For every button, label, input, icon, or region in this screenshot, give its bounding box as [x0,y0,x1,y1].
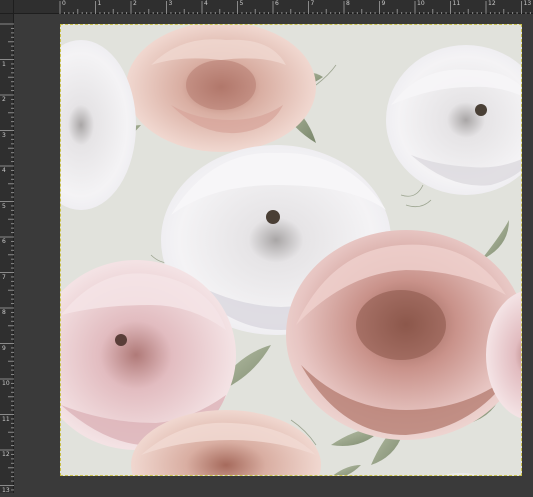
peony-rose-right [286,230,521,440]
ruler-left-label: 12 [2,451,10,458]
ruler-corner[interactable] [0,0,14,14]
ruler-top-label: 5 [239,0,244,7]
ruler-top-label: 6 [275,0,279,7]
ruler-left-label: 9 [2,344,6,352]
ruler-left-label: 3 [2,131,6,139]
horizontal-ruler[interactable]: 0 1 2 3 4 5 6 7 8 9 10 11 12 13 [14,0,533,15]
ruler-top-label: 12 [488,0,496,7]
ruler-top-label: 9 [381,0,386,7]
ruler-top-label: 3 [168,0,173,7]
ruler-left-label: 10 [2,380,10,387]
ruler-left-label: 8 [2,309,6,316]
ruler-top-label: 8 [346,0,350,7]
ruler-left-label: 7 [2,273,6,281]
ruler-top-label: 4 [204,0,208,7]
ruler-top-label: 1 [97,0,102,7]
ruler-top-label: 11 [452,0,461,7]
document-canvas[interactable] [60,24,522,476]
peony-artwork [61,25,521,475]
ruler-top-label: 7 [310,0,315,7]
ruler-left-label: 6 [2,238,6,245]
ruler-left-label: 1 [2,60,6,68]
vertical-ruler[interactable]: 1 2 3 4 5 6 7 8 9 10 11 12 13 [0,14,14,493]
canvas-workspace[interactable] [14,14,533,493]
ruler-top-label: 2 [133,0,137,7]
ruler-top-label: 10 [417,0,425,7]
ruler-left-label: 2 [2,96,6,103]
ruler-left-label: 4 [2,167,6,174]
ruler-left-label: 5 [2,202,6,210]
ruler-left-label: 11 [2,415,10,423]
ruler-top-label: 0 [62,0,66,7]
ruler-top-label: 13 [523,0,532,7]
peony-peach-top [126,25,316,152]
